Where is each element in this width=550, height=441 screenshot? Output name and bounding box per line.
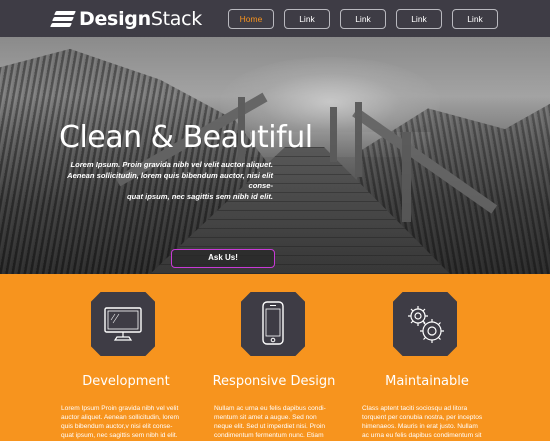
- features-section: Development Lorem Ipsum Proin gravida ni…: [0, 274, 550, 441]
- feature-title: Maintainable: [385, 374, 469, 389]
- site-header: DesignStack Home Link Link Link Link: [0, 0, 550, 37]
- hero-line: quat ipsum, nec sagittis sem nibh id eli…: [127, 191, 273, 201]
- logo[interactable]: DesignStack: [50, 8, 202, 30]
- nav-item-link-3[interactable]: Link: [396, 9, 442, 29]
- hero-overlay: [0, 37, 550, 274]
- ask-us-button[interactable]: Ask Us!: [171, 249, 275, 268]
- stack-logo-icon: [50, 9, 76, 29]
- smartphone-icon: [241, 292, 305, 356]
- nav-item-link-1[interactable]: Link: [284, 9, 330, 29]
- feature-text: Lorem Ipsum Proin gravida nibh vel velit…: [61, 405, 180, 439]
- page: DesignStack Home Link Link Link Link Cle…: [0, 0, 550, 441]
- hero-title: Clean & Beautiful: [59, 120, 313, 155]
- hero-description: Lorem Ipsum. Proin gravida nibh vel veli…: [60, 160, 273, 202]
- feature-text: Class aptent taciti sociosqu ad litora t…: [362, 405, 483, 439]
- nav-item-home[interactable]: Home: [228, 9, 274, 29]
- hero-banner: Clean & Beautiful Lorem Ipsum. Proin gra…: [0, 37, 550, 274]
- nav-item-link-2[interactable]: Link: [340, 9, 386, 29]
- gears-icon: [393, 292, 457, 356]
- nav-item-link-4[interactable]: Link: [452, 9, 498, 29]
- monitor-icon: [91, 292, 155, 356]
- brand-name: DesignStack: [79, 8, 202, 30]
- main-nav: Home Link Link Link Link: [228, 9, 498, 29]
- hero-line: Lorem Ipsum. Proin gravida nibh vel veli…: [70, 160, 273, 169]
- feature-text: Nullam ac urna eu felis dapibus condi- m…: [214, 405, 326, 439]
- hero-line: Aenean sollicitudin, lorem quis bibendum…: [67, 170, 273, 191]
